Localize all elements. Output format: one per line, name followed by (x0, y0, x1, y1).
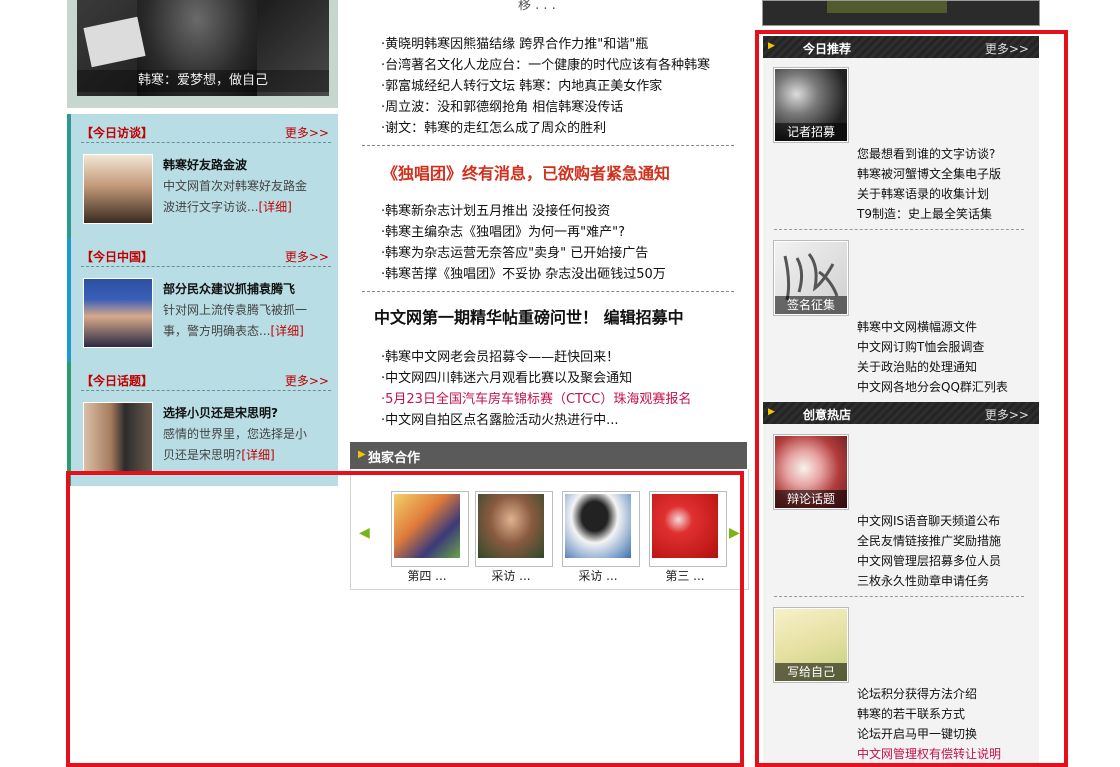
china-today-title[interactable]: 部分民众建议抓捕袁腾飞 (163, 280, 295, 297)
top-banner-ad[interactable] (762, 0, 1040, 26)
topic-thumbnail[interactable] (83, 402, 153, 472)
interview-box: 【今日访谈】 更多>> 韩寒好友路金波 中文网首次对韩寒好友路金波进行文字访谈.… (67, 114, 338, 238)
feature-photo[interactable]: 韩寒：爱梦想，做自己 (77, 0, 329, 96)
topic-box: 【今日话题】 更多>> 选择小贝还是宋思明? 感情的世界里，您选择是小贝还是宋思… (67, 362, 338, 486)
topic-desc: 感情的世界里，您选择是小贝还是宋思明?[详细] (163, 427, 308, 462)
cut-headline[interactable]: 移 . . . (518, 0, 556, 13)
triangle-right-icon: ▶ (358, 449, 366, 460)
feature-photo-caption[interactable]: 韩寒：爱梦想，做自己 (77, 70, 329, 92)
partner-section-title: 独家合作 (368, 451, 421, 466)
divider (362, 291, 734, 292)
headline-duchangtuan[interactable]: 《独唱团》终有消息，已欲购者紧急通知 (382, 160, 670, 184)
topic-title[interactable]: 选择小贝还是宋思明? (163, 404, 278, 421)
china-today-detail-link[interactable]: [详细] (270, 324, 303, 338)
interview-more-link[interactable]: 更多>> (285, 124, 329, 141)
news-link[interactable]: ·韩寒新杂志计划五月推出 没接任何投资 (381, 200, 610, 219)
news-link[interactable]: ·韩寒主编杂志《独唱团》为何一再"难产"? (381, 221, 625, 240)
news-link[interactable]: ·谢文：韩寒的走红怎么成了周众的胜利 (381, 117, 606, 136)
interview-desc: 中文网首次对韩寒好友路金波进行文字访谈...[详细] (163, 179, 308, 214)
topic-header: 【今日话题】 (81, 374, 154, 388)
interview-detail-link[interactable]: [详细] (258, 200, 291, 214)
interview-thumbnail[interactable] (83, 154, 153, 224)
news-link[interactable]: ·周立波：没和郭德纲抢角 相信韩寒没传话 (381, 96, 623, 115)
headline-essence-posts[interactable]: 中文网第一期精华帖重磅问世！ 编辑招募中 (374, 304, 684, 328)
partner-section-header: ▶ 独家合作 (350, 442, 747, 469)
news-link[interactable]: ·黄晓明韩寒因熊猫结缘 跨界合作力推"和谐"瓶 (381, 33, 648, 52)
news-link[interactable]: ·郭富城经纪人转行文坛 韩寒：内地真正美女作家 (381, 75, 662, 94)
china-today-more-link[interactable]: 更多>> (285, 248, 329, 265)
divider (362, 145, 734, 146)
news-link[interactable]: ·韩寒为杂志运营无奈答应"卖身" 已开始接广告 (381, 242, 648, 261)
china-today-thumbnail[interactable] (83, 278, 153, 348)
interview-title[interactable]: 韩寒好友路金波 (163, 156, 247, 173)
news-link[interactable]: ·韩寒中文网老会员招募令——赶快回来！ (381, 346, 619, 365)
china-today-desc: 针对网上流传袁腾飞被抓一事，警方明确表态...[详细] (163, 303, 308, 338)
highlight-frame-right (755, 30, 1068, 767)
news-link[interactable]: ·韩寒苦撑《独唱团》不妥协 杂志没出砸钱过50万 (381, 263, 666, 282)
news-link[interactable]: ·中文网自拍区点名露脸活动火热进行中... (381, 409, 619, 428)
news-link[interactable]: ·中文网四川韩迷六月观看比赛以及聚会通知 (381, 367, 632, 386)
topic-more-link[interactable]: 更多>> (285, 372, 329, 389)
highlight-frame-bottom (66, 471, 744, 767)
news-link[interactable]: ·台湾著名文化人龙应台：一个健康的时代应该有各种韩寒 (381, 54, 710, 73)
china-today-box: 【今日中国】 更多>> 部分民众建议抓捕袁腾飞 针对网上流传袁腾飞被抓一事，警方… (67, 238, 338, 362)
china-today-header: 【今日中国】 (81, 250, 154, 264)
topic-detail-link[interactable]: [详细] (241, 448, 274, 462)
interview-header: 【今日访谈】 (81, 126, 154, 140)
news-link[interactable]: ·5月23日全国汽车房车锦标赛（CTCC）珠海观赛报名 (381, 388, 691, 407)
